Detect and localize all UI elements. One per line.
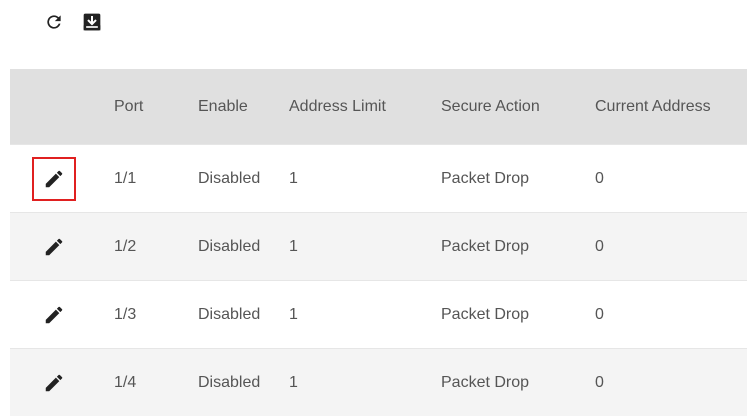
edit-button[interactable]	[32, 156, 76, 201]
cell-enable: Disabled	[198, 305, 261, 323]
edit-button[interactable]	[32, 225, 76, 269]
pencil-icon	[45, 374, 63, 391]
table-row: 1/1 Disabled 1 Packet Drop 0	[10, 144, 747, 212]
table-row: 1/2 Disabled 1 Packet Drop 0	[10, 212, 747, 280]
header-port[interactable]: Port	[98, 98, 186, 116]
header-current-address[interactable]: Current Address	[587, 98, 747, 116]
cell-port: 1/2	[114, 237, 137, 255]
header-enable[interactable]: Enable	[186, 98, 281, 116]
cell-port: 1/4	[114, 373, 137, 391]
cell-secure-action: Packet Drop	[441, 305, 530, 323]
cell-current-address: 0	[595, 237, 604, 255]
cell-current-address: 0	[595, 169, 604, 187]
port-security-table: Port Enable Address Limit Secure Action …	[10, 69, 747, 416]
cell-enable: Disabled	[198, 373, 261, 391]
cell-address-limit: 1	[289, 237, 298, 255]
cell-secure-action: Packet Drop	[441, 169, 530, 187]
cell-address-limit: 1	[289, 305, 298, 323]
header-address-limit[interactable]: Address Limit	[281, 98, 433, 116]
pencil-icon	[45, 170, 63, 187]
cell-secure-action: Packet Drop	[441, 237, 530, 255]
cell-current-address: 0	[595, 373, 604, 391]
cell-secure-action: Packet Drop	[441, 373, 530, 391]
refresh-icon	[47, 15, 61, 29]
cell-current-address: 0	[595, 305, 604, 323]
pencil-icon	[45, 306, 63, 323]
cell-address-limit: 1	[289, 169, 298, 187]
cell-port: 1/1	[114, 169, 137, 187]
table-row: 1/3 Disabled 1 Packet Drop 0	[10, 280, 747, 348]
cell-address-limit: 1	[289, 373, 298, 391]
refresh-button[interactable]	[40, 8, 68, 36]
table-header: Port Enable Address Limit Secure Action …	[10, 69, 747, 144]
export-button[interactable]	[78, 8, 106, 36]
edit-button[interactable]	[32, 361, 76, 405]
cell-port: 1/3	[114, 305, 137, 323]
edit-button[interactable]	[32, 293, 76, 337]
cell-enable: Disabled	[198, 169, 261, 187]
pencil-icon	[45, 238, 63, 255]
table-row: 1/4 Disabled 1 Packet Drop 0	[10, 348, 747, 416]
toolbar	[40, 8, 106, 36]
header-secure-action[interactable]: Secure Action	[433, 98, 587, 116]
cell-enable: Disabled	[198, 237, 261, 255]
download-icon	[83, 13, 101, 31]
